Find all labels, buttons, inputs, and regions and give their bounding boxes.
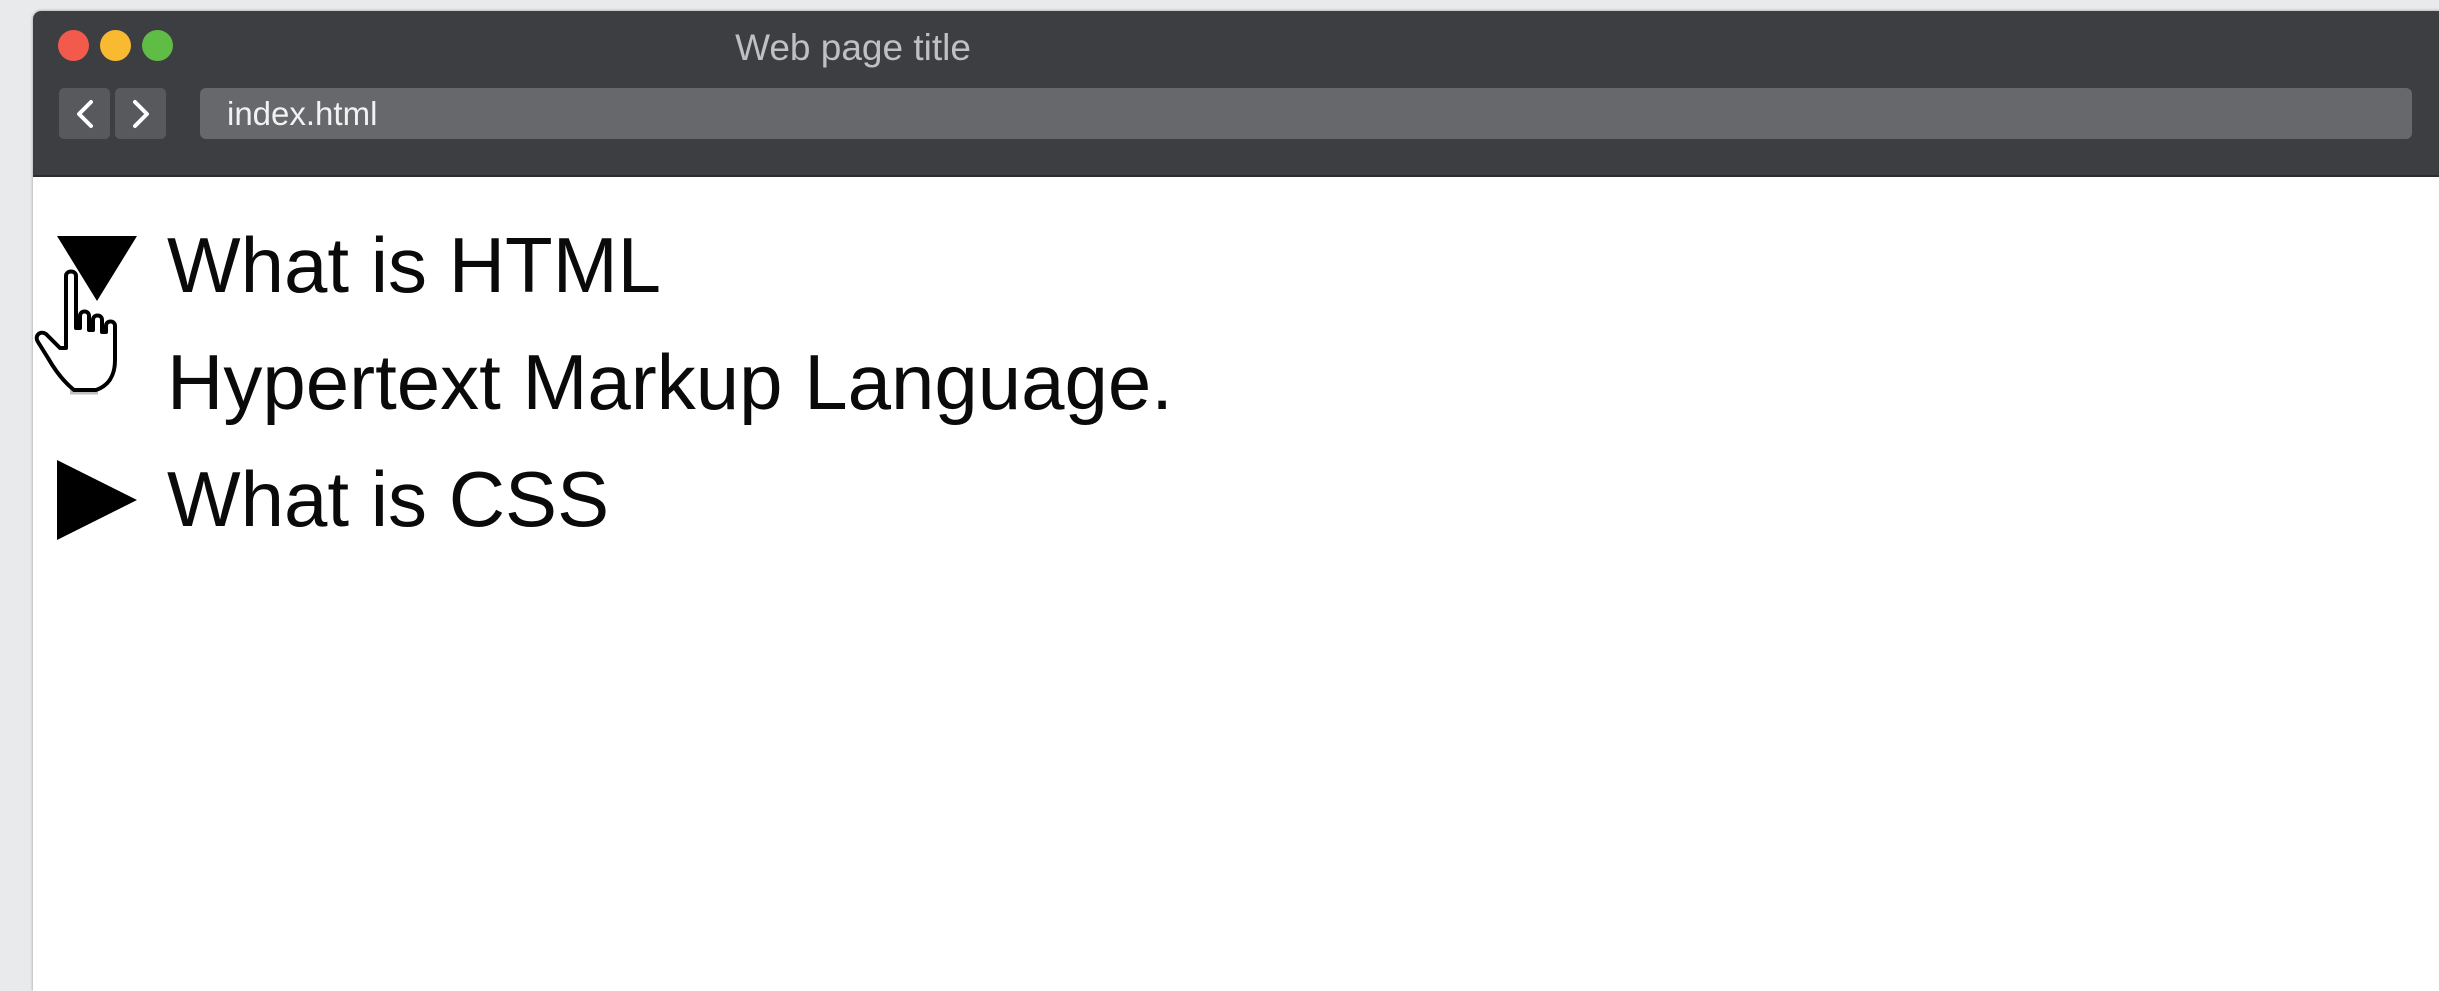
details-summary-css[interactable]: What is CSS — [33, 441, 2439, 558]
summary-text: What is HTML — [167, 221, 662, 309]
forward-button[interactable] — [115, 88, 166, 139]
window-title: Web page title — [735, 27, 971, 68]
disclosure-triangle-right-icon[interactable] — [57, 459, 137, 540]
chevron-left-icon — [76, 99, 93, 128]
page-content: What is HTML Hypertext Markup Language. … — [33, 177, 2439, 558]
navigation-buttons — [59, 88, 166, 139]
address-bar[interactable]: index.html — [200, 88, 2412, 139]
details-body-text: Hypertext Markup Language. — [167, 338, 1173, 426]
hand-pointer-icon — [34, 269, 117, 395]
title-bar: Web page title index.html — [33, 11, 2439, 177]
summary-text: What is CSS — [167, 455, 610, 543]
back-button[interactable] — [59, 88, 110, 139]
address-text: index.html — [227, 94, 378, 132]
chevron-right-icon — [132, 99, 149, 128]
details-summary-html[interactable]: What is HTML — [33, 207, 2439, 324]
details-body-html: Hypertext Markup Language. — [33, 324, 2439, 441]
browser-window: Web page title index.html What is HTML H… — [33, 11, 2439, 991]
